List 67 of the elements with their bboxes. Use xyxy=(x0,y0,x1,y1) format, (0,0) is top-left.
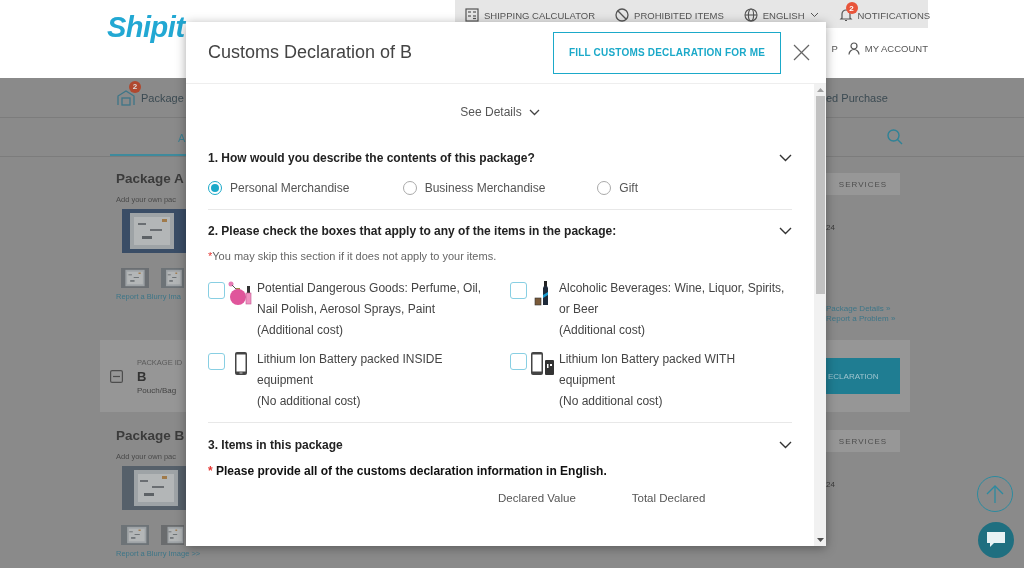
checkbox-label: Potential Dangerous Goods: Perfume, Oil, Nail Polish, Aerosol Sprays, Paint xyxy=(257,280,483,318)
top-link[interactable]: 2 NOTIFICATIONS xyxy=(838,2,931,26)
package-id: B xyxy=(137,368,148,384)
checkbox-label: Lithium Ion Battery packed WITH equipment xyxy=(559,351,737,389)
collapse-icon[interactable] xyxy=(110,369,123,383)
notification-badge: 2 xyxy=(845,2,858,14)
chevron-down-icon[interactable] xyxy=(779,154,792,162)
search-icon[interactable] xyxy=(887,129,903,145)
calculator-icon xyxy=(465,8,479,22)
chevron-down-icon[interactable] xyxy=(779,441,792,449)
fill-declaration-button[interactable]: FILL CUSTOMS DECLARATION FOR ME xyxy=(553,31,781,74)
section-heading: 2. Please check the boxes that apply to any of the items in the package: xyxy=(208,224,617,238)
checkbox[interactable] xyxy=(510,282,527,299)
warehouse-icon xyxy=(117,89,135,106)
account-link[interactable]: MY ACCOUNT xyxy=(847,36,928,59)
cost-note: (No additional cost) xyxy=(257,393,362,410)
nav-tab[interactable]: ed Purchase xyxy=(826,91,888,104)
cost-note: (Additional cost) xyxy=(559,322,647,339)
chat-button[interactable] xyxy=(978,522,1014,558)
prohibited-icon xyxy=(615,8,630,22)
chevron-down-icon[interactable] xyxy=(779,227,792,235)
logo[interactable]: Shipit xyxy=(107,10,185,44)
top-link[interactable]: PROHIBITED ITEMS xyxy=(615,2,724,26)
section-heading: 1. How would you describe the contents of this package? xyxy=(208,151,535,165)
radio-option[interactable]: Personal Merchandise xyxy=(208,181,403,195)
scrollbar[interactable] xyxy=(814,84,826,546)
close-icon[interactable] xyxy=(793,44,810,61)
section-heading: 3. Items in this package xyxy=(208,438,343,452)
radio-option[interactable]: Business Merchandise xyxy=(402,181,598,195)
checkbox[interactable] xyxy=(510,353,527,370)
column-header: Declared Value xyxy=(498,492,576,504)
checkbox[interactable] xyxy=(208,353,225,370)
scroll-arrow-icon[interactable] xyxy=(816,538,824,542)
nav-tab[interactable]: Package xyxy=(141,91,184,104)
bell-icon xyxy=(838,8,853,22)
phone-icon xyxy=(233,351,249,377)
checkbox[interactable] xyxy=(208,282,225,299)
user-icon xyxy=(847,42,860,55)
package-type: Pouch/Bag xyxy=(137,385,178,395)
see-details-link[interactable]: See Details xyxy=(460,105,540,119)
globe-icon xyxy=(743,8,758,22)
top-link[interactable]: ENGLISH xyxy=(743,2,819,26)
section-note: *You may skip this section if it does not apply to your items. xyxy=(208,250,498,262)
date-text: 24 xyxy=(826,480,836,489)
arrow-up-icon xyxy=(986,484,1004,504)
package-title: Package A xyxy=(116,171,185,186)
perfume-icon xyxy=(228,280,254,306)
package-title: Package B xyxy=(116,428,186,443)
checkbox-label: Lithium Ion Battery packed INSIDE equipment xyxy=(257,351,444,389)
checkbox-label: Alcoholic Beverages: Wine, Liquor, Spirits, or Beer xyxy=(559,280,786,318)
radio-option[interactable]: Gift xyxy=(597,181,792,195)
chat-icon xyxy=(985,530,1007,550)
phone-and-battery-icon xyxy=(530,351,556,377)
top-link[interactable]: SHIPPING CALCULATOR xyxy=(465,2,596,26)
cost-note: (Additional cost) xyxy=(257,322,345,339)
cost-note: (No additional cost) xyxy=(559,393,664,410)
services-button[interactable]: SERVICES xyxy=(826,173,900,195)
dialog-title: Customs Declaration of B xyxy=(208,42,414,63)
declaration-button[interactable]: ECLARATION xyxy=(826,358,900,394)
count-badge: 2 xyxy=(129,80,141,93)
account-link[interactable]: P xyxy=(831,37,838,58)
chevron-down-icon xyxy=(809,12,819,18)
date-text: 24 xyxy=(826,223,836,232)
column-header: Total Declared xyxy=(631,492,706,504)
services-button[interactable]: SERVICES xyxy=(826,430,900,452)
chevron-down-icon xyxy=(528,108,540,116)
required-note: * Please provide all of the customs declaration information in English. xyxy=(208,464,608,478)
